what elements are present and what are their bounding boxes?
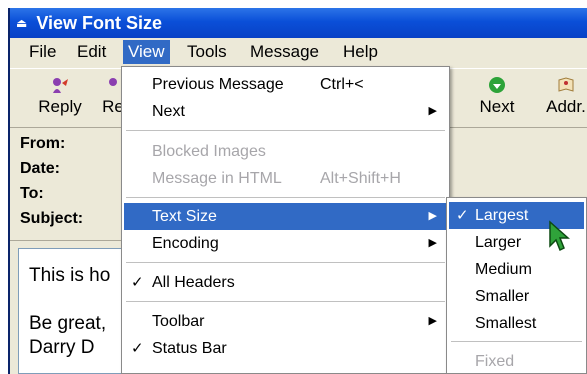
- view-menu-dropdown: Previous Message Ctrl+< Next ▶ Blocked I…: [121, 66, 450, 374]
- menu-file[interactable]: File: [24, 40, 61, 64]
- submenu-arrow-icon: ▶: [428, 237, 437, 249]
- menu-help[interactable]: Help: [338, 40, 383, 64]
- blocked-images-label: Blocked Images: [152, 143, 266, 160]
- smaller-label: Smaller: [475, 288, 530, 305]
- menu-message[interactable]: Message: [245, 40, 324, 64]
- address-book-icon: [538, 75, 587, 97]
- submenu-arrow-icon: ▶: [428, 210, 437, 222]
- previous-message-shortcut: Ctrl+<: [320, 76, 364, 93]
- reply-button[interactable]: Reply: [30, 75, 90, 117]
- check-icon: ✓: [456, 207, 469, 224]
- subject-label: Subject:: [20, 210, 84, 227]
- submenu-arrow-icon: ▶: [428, 105, 437, 117]
- mouse-cursor-icon: [549, 220, 570, 252]
- larger-label: Larger: [475, 234, 522, 251]
- from-label: From:: [20, 135, 66, 152]
- toolbar-menu-label: Toolbar: [152, 313, 205, 330]
- date-label: Date:: [20, 160, 61, 177]
- menu-item-blocked-images[interactable]: Blocked Images: [124, 138, 447, 165]
- largest-label: Largest: [475, 207, 529, 224]
- menu-item-previous-message[interactable]: Previous Message Ctrl+<: [124, 71, 447, 98]
- status-bar-label: Status Bar: [152, 340, 227, 357]
- text-size-label: Text Size: [152, 208, 217, 225]
- menu-item-status-bar[interactable]: ✓ Status Bar: [124, 335, 447, 362]
- menu-item-fixed[interactable]: Fixed: [449, 348, 584, 374]
- menu-separator: [126, 130, 445, 131]
- message-html-shortcut: Alt+Shift+H: [320, 170, 401, 187]
- fixed-label: Fixed: [475, 353, 515, 370]
- window-title: View Font Size: [36, 13, 163, 33]
- menu-item-next[interactable]: Next ▶: [124, 98, 447, 125]
- next-menu-label: Next: [152, 103, 185, 120]
- menu-item-smallest[interactable]: Smallest: [449, 310, 584, 337]
- menu-item-encoding[interactable]: Encoding ▶: [124, 230, 447, 257]
- all-headers-label: All Headers: [152, 274, 235, 291]
- menu-item-text-size[interactable]: Text Size ▶: [124, 203, 447, 230]
- address-book-label: Addr.: [546, 97, 586, 116]
- menu-separator: [126, 301, 445, 302]
- menu-bar: File Edit View Tools Message Help: [10, 38, 587, 66]
- reply-icon: [30, 75, 90, 97]
- submenu-arrow-icon: ▶: [428, 315, 437, 327]
- window-icon: ⏏: [16, 16, 28, 30]
- menu-item-toolbar[interactable]: Toolbar ▶: [124, 308, 447, 335]
- next-button[interactable]: Next: [472, 75, 522, 117]
- menu-separator: [126, 262, 445, 263]
- menu-tools[interactable]: Tools: [182, 40, 232, 64]
- next-arrow-icon: [472, 75, 522, 97]
- check-icon: ✓: [131, 274, 144, 291]
- next-label: Next: [479, 97, 515, 116]
- menu-item-medium[interactable]: Medium: [449, 256, 584, 283]
- menu-item-message-in-html[interactable]: Message in HTML Alt+Shift+H: [124, 165, 447, 192]
- message-html-label: Message in HTML: [152, 170, 282, 187]
- medium-label: Medium: [475, 261, 532, 278]
- menu-separator: [451, 341, 582, 342]
- menu-separator: [126, 197, 445, 198]
- menu-item-all-headers[interactable]: ✓ All Headers: [124, 269, 447, 296]
- address-book-button[interactable]: Addr.: [538, 75, 587, 117]
- menu-edit[interactable]: Edit: [72, 40, 111, 64]
- reply-label: Reply: [38, 97, 82, 116]
- message-line-1: This is ho: [29, 265, 111, 286]
- check-icon: ✓: [131, 340, 144, 357]
- message-line-2: Be great,: [29, 313, 107, 334]
- title-bar[interactable]: ⏏ View Font Size: [10, 8, 587, 38]
- menu-view[interactable]: View: [123, 40, 170, 64]
- previous-message-label: Previous Message: [152, 76, 284, 93]
- encoding-label: Encoding: [152, 235, 219, 252]
- message-line-3: Darry D: [29, 337, 95, 358]
- menu-item-smaller[interactable]: Smaller: [449, 283, 584, 310]
- to-label: To:: [20, 185, 44, 202]
- smallest-label: Smallest: [475, 315, 537, 332]
